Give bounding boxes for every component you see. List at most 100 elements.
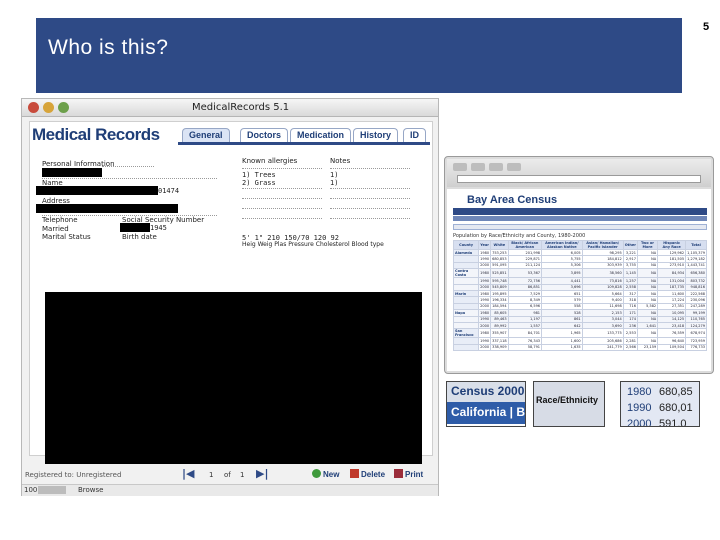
delete-icon <box>350 469 359 478</box>
table-header-cell: Two or More <box>636 240 659 250</box>
zoom-controls-icon[interactable] <box>38 486 66 494</box>
table-row: Contra Costa 1980 525,851 53,367 3,895 38,560… <box>452 268 707 279</box>
new-label: New <box>323 470 340 479</box>
browser-window: Bay Area Census Population by Race/Ethni… <box>444 156 714 374</box>
redacted-block <box>42 168 102 177</box>
table-cell: NA <box>636 328 659 339</box>
back-icon[interactable] <box>453 163 467 171</box>
table-cell: 84,701 <box>507 328 543 339</box>
app-logo: Medical Records <box>32 125 160 144</box>
last-page-icon[interactable]: ▶| <box>256 467 268 480</box>
mode-label[interactable]: Browse <box>78 486 104 494</box>
divider <box>330 198 410 199</box>
table-cell: 678,974 <box>685 328 707 339</box>
tab-medication[interactable]: Medication <box>290 128 352 143</box>
known-allergies-label: Known allergies <box>242 157 298 165</box>
page-of-label: of <box>224 471 231 479</box>
birth-year-value[interactable]: 1945 <box>150 224 167 232</box>
table-header-cell: Hispanic Any Race <box>657 240 687 250</box>
plus-icon <box>312 469 321 478</box>
slide-title-bar: Who is this? <box>36 18 682 93</box>
delete-label: Delete <box>361 470 386 479</box>
divider <box>242 188 322 189</box>
tab-doctors[interactable]: Doctors <box>240 128 289 143</box>
print-label: Print <box>405 470 424 479</box>
delete-button[interactable]: Delete <box>350 469 385 479</box>
zoom-window-icon[interactable] <box>58 102 69 113</box>
table-cell: 1,145 <box>622 268 638 279</box>
table-cell: 38,560 <box>581 268 624 279</box>
divider <box>242 168 322 169</box>
telephone-label: Telephone <box>42 216 78 224</box>
slide-number: 5 <box>703 21 710 33</box>
table-header-cell: County <box>452 240 480 250</box>
table-cell: NA <box>636 268 659 279</box>
census-tab-bar[interactable] <box>453 224 707 230</box>
close-window-icon[interactable] <box>28 102 39 113</box>
zoom-level[interactable]: 100 <box>24 486 37 494</box>
browser-page: Bay Area Census Population by Race/Ethni… <box>447 189 711 371</box>
current-page: 1 <box>209 471 214 479</box>
site-subnav-bar[interactable] <box>453 216 707 221</box>
table-cell: 133,775 <box>581 328 624 339</box>
name-value[interactable]: 01474 <box>158 187 179 195</box>
window-title: MedicalRecords 5.1 <box>192 102 290 113</box>
site-nav-bar[interactable] <box>453 208 707 215</box>
browser-toolbar <box>447 159 711 187</box>
table-row: 2000 338,909 58,791 1,635 241,779 2,566 23,159… <box>452 343 707 352</box>
allergy-1[interactable]: 1) Trees <box>242 171 276 179</box>
census-table: County Year White Black/ African American Am… <box>452 240 707 352</box>
medical-records-form: Medical Records General Doctors Medicati… <box>29 121 433 464</box>
year-row: 2000 591,0 <box>627 418 687 427</box>
window-titlebar[interactable]: MedicalRecords 5.1 <box>22 99 438 117</box>
divider <box>242 218 322 219</box>
table-header-cell: Total <box>685 240 707 250</box>
print-button[interactable]: Print <box>394 469 423 479</box>
divider <box>330 188 410 189</box>
redacted-photo-panel <box>45 292 422 464</box>
total-pages: 1 <box>240 471 245 479</box>
first-page-icon[interactable]: |◀ <box>182 467 194 480</box>
tab-history[interactable]: History <box>353 128 399 143</box>
race-ethnicity-text: Race/Ethnicity <box>536 395 599 405</box>
divider <box>330 168 410 169</box>
new-button[interactable]: New <box>312 469 339 479</box>
table-cell: 2000 <box>478 343 492 352</box>
table-header-cell: American Indian/ Alaskan Native <box>541 240 583 250</box>
table-body: Alameda 1980 753,253 201,998 6,005 98,295 3,22… <box>452 248 707 352</box>
allergy-2[interactable]: 2) Grass <box>242 179 276 187</box>
table-cell: 2,553 <box>622 328 638 339</box>
tab-general[interactable]: General <box>182 128 230 143</box>
table-header-cell: Other <box>622 240 638 250</box>
notes-label: Notes <box>330 157 351 165</box>
table-cell: 241,779 <box>581 343 624 352</box>
table-cell: 1980 <box>478 328 492 339</box>
medical-records-window: MedicalRecords 5.1 Medical Records Gener… <box>21 98 439 496</box>
race-ethnicity-zoom: Race/Ethnicity <box>533 381 605 427</box>
note-2[interactable]: 1) <box>330 179 338 187</box>
year-row: 1980 680,85 <box>627 386 693 398</box>
slide-title: Who is this? <box>48 36 169 59</box>
table-cell: 109,504 <box>657 343 687 352</box>
note-1[interactable]: 1) <box>330 171 338 179</box>
tab-underline <box>178 142 430 145</box>
print-icon <box>394 469 403 478</box>
table-subtitle: Population by Race/Ethnicity and County,… <box>453 233 586 239</box>
table-cell: 76,559 <box>657 328 687 339</box>
url-bar[interactable] <box>457 175 701 183</box>
home-icon[interactable] <box>507 163 521 171</box>
table-cell <box>452 343 480 352</box>
tab-id[interactable]: ID <box>403 128 426 143</box>
registration-status: Registered to: Unregistered <box>25 471 122 479</box>
divider <box>102 166 154 167</box>
divider <box>242 198 322 199</box>
marital-status-label: Marital Status <box>42 233 91 241</box>
site-logo[interactable]: Bay Area Census <box>467 194 557 206</box>
divider <box>42 178 217 179</box>
table-header-cell: Black/ African American <box>507 240 543 250</box>
minimize-window-icon[interactable] <box>43 102 54 113</box>
table-cell: 525,851 <box>490 268 509 279</box>
forward-icon[interactable] <box>471 163 485 171</box>
window-bottom-bar: 100 Browse <box>22 484 438 496</box>
reload-icon[interactable] <box>489 163 503 171</box>
